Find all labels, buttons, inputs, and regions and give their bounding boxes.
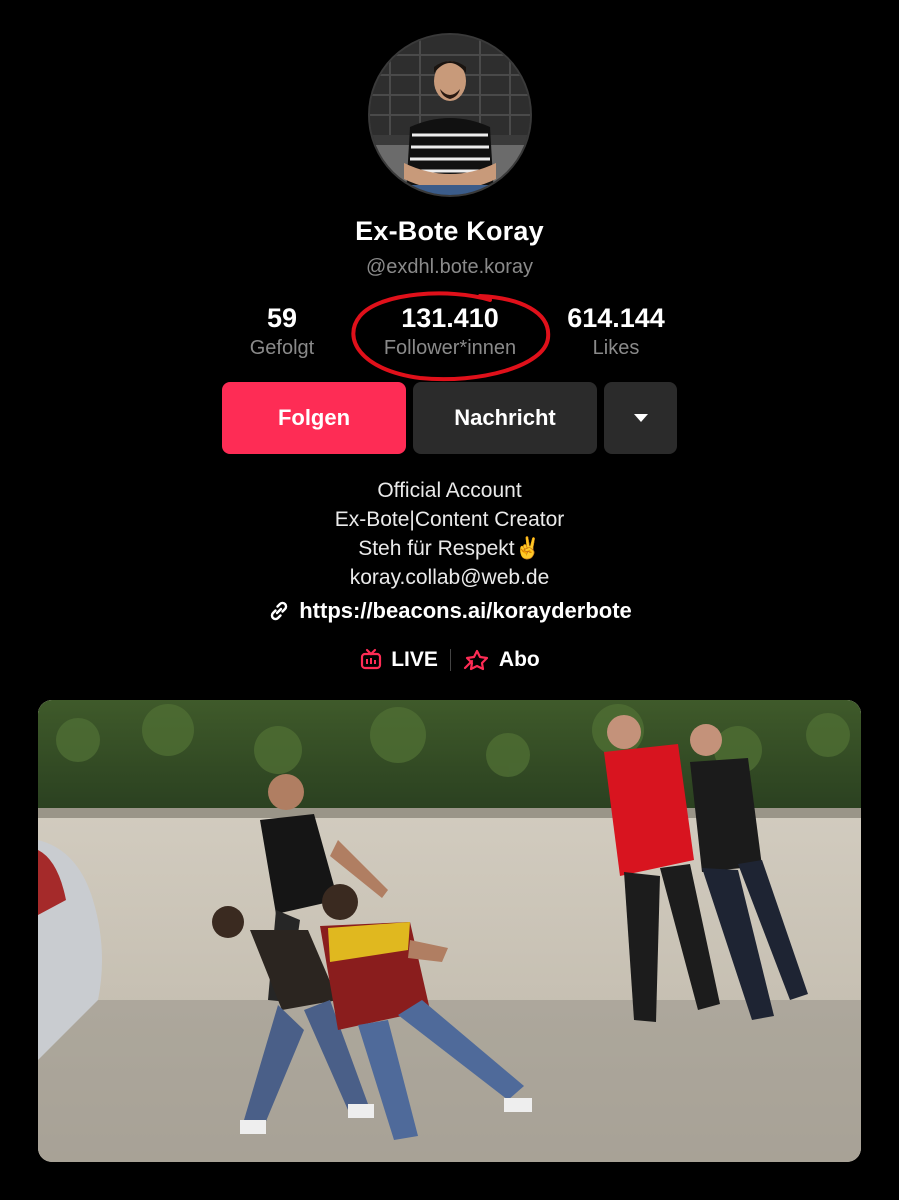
stat-followers[interactable]: 131.410 Follower*innen <box>355 302 545 362</box>
follow-button[interactable]: Folgen <box>222 382 406 454</box>
bio-line: Official Account <box>377 479 522 502</box>
tags-row: LIVE Abo <box>0 648 899 672</box>
live-tag[interactable]: LIVE <box>359 648 438 672</box>
abo-label: Abo <box>498 648 540 671</box>
live-icon <box>361 648 382 670</box>
video-thumbnail[interactable] <box>38 700 861 1162</box>
likes-count: 614.144 <box>567 303 665 333</box>
followers-count: 131.410 <box>401 303 499 333</box>
stat-following[interactable]: 59 Gefolgt <box>230 302 334 362</box>
display-name: Ex-Bote Koray <box>355 216 544 246</box>
more-options-button[interactable] <box>604 382 677 454</box>
live-label: LIVE <box>391 648 438 671</box>
avatar-photo <box>370 35 530 195</box>
profile-link[interactable]: https://beacons.ai/korayderbote <box>0 598 899 624</box>
avatar[interactable] <box>370 35 530 195</box>
following-label: Gefolgt <box>249 337 315 359</box>
message-button[interactable]: Nachricht <box>413 382 597 454</box>
abo-tag[interactable]: Abo <box>463 648 540 672</box>
divider <box>449 649 451 671</box>
caret-down-icon <box>633 414 648 422</box>
video-frame-image <box>38 700 861 1162</box>
stat-likes[interactable]: 614.144 Likes <box>550 302 682 362</box>
abo-icon <box>463 649 489 671</box>
bio-email: koray.collab@web.de <box>349 566 550 589</box>
link-icon <box>271 601 288 621</box>
link-url[interactable]: https://beacons.ai/korayderbote <box>299 598 632 624</box>
followers-label: Follower*innen <box>383 337 517 359</box>
following-count: 59 <box>266 303 298 333</box>
bio-line: Ex-Bote|Content Creator <box>334 508 565 531</box>
bio-line: Steh für Respekt✌️ <box>358 537 541 560</box>
username: @exdhl.bote.koray <box>365 256 534 278</box>
likes-label: Likes <box>592 337 640 359</box>
bio: Official Account Ex-Bote|Content Creator… <box>0 476 899 592</box>
